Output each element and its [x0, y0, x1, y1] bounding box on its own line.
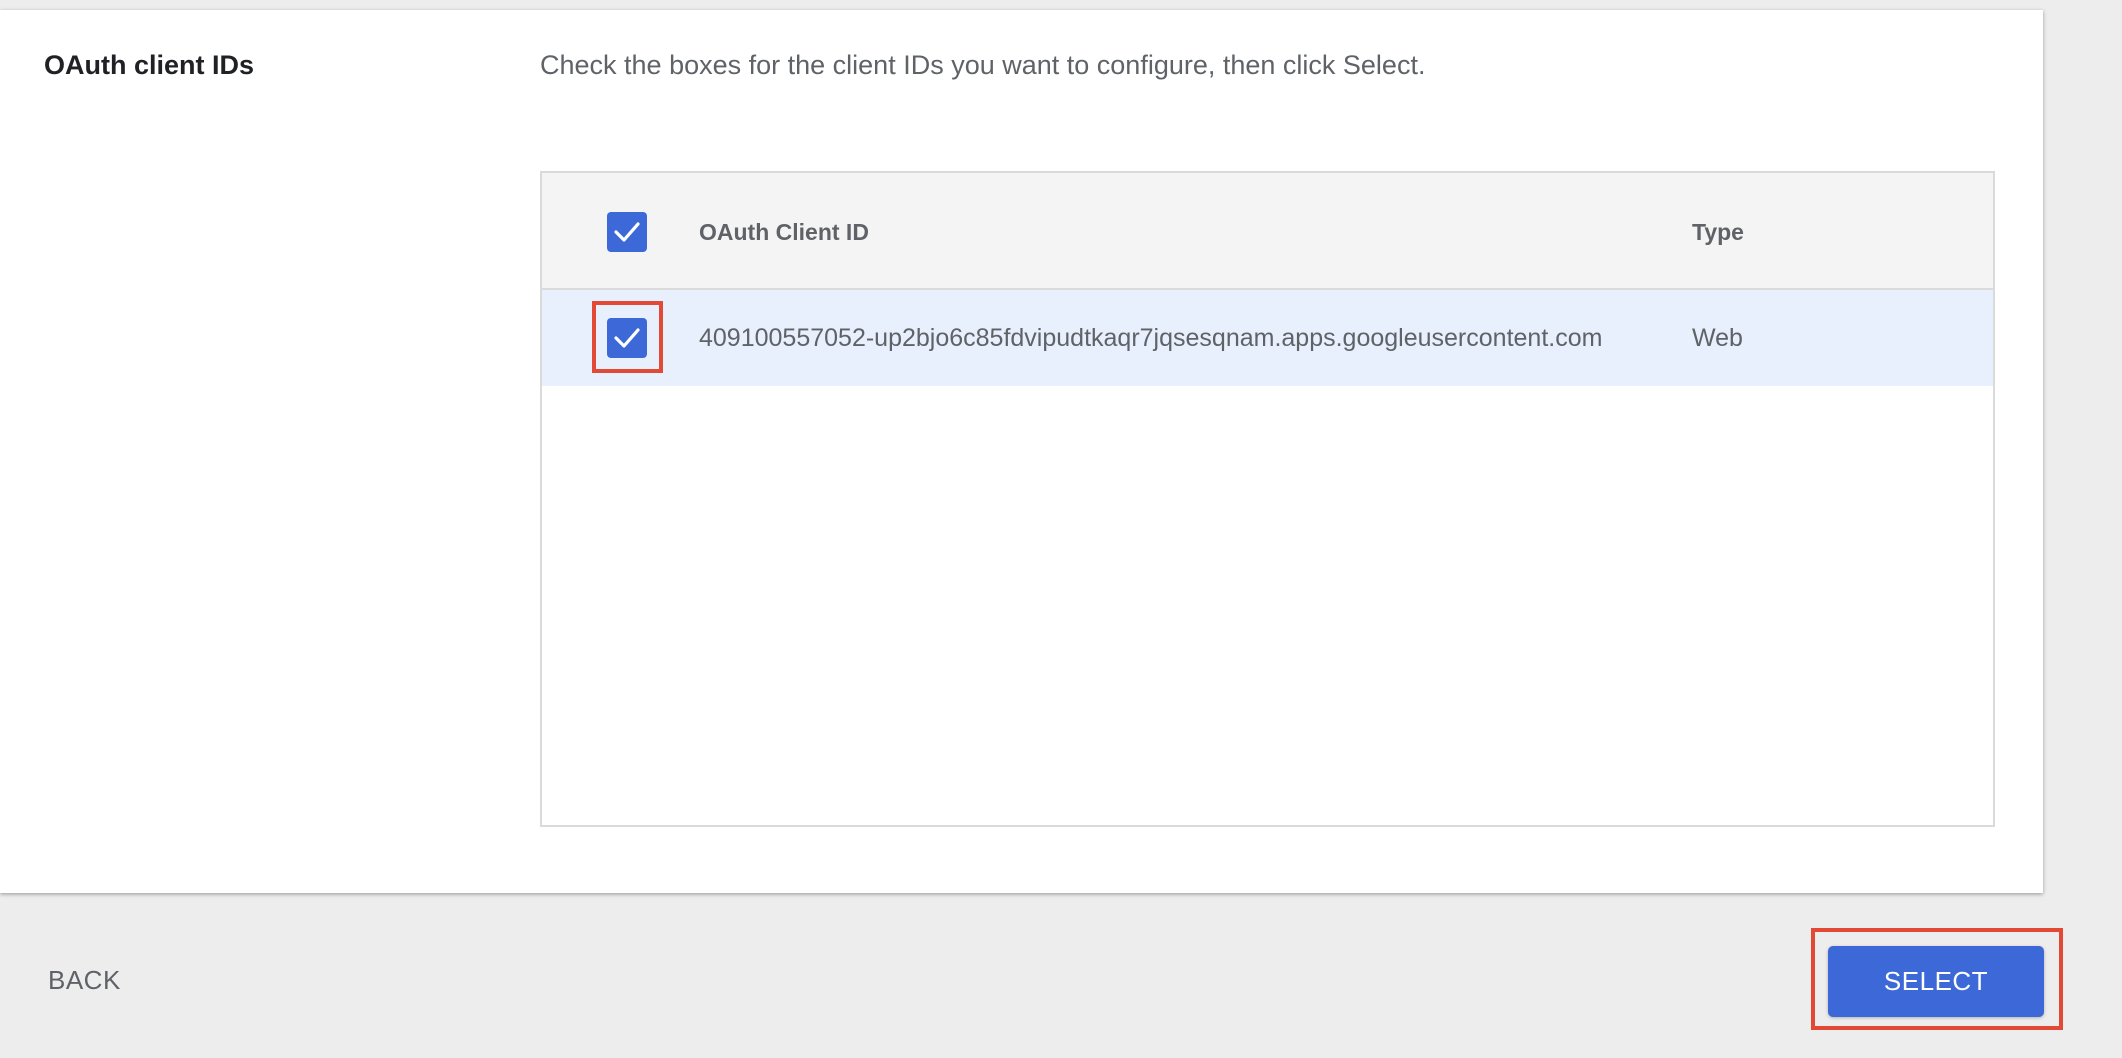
column-header-client-id[interactable]: OAuth Client ID: [699, 219, 869, 246]
row-checkbox[interactable]: [607, 318, 647, 358]
client-ids-table: OAuth Client ID Type 409100557052-up2bjo…: [540, 171, 1995, 827]
section-description: Check the boxes for the client IDs you w…: [540, 50, 1426, 80]
table-header: OAuth Client ID Type: [542, 173, 1993, 290]
select-button[interactable]: SELECT: [1828, 946, 2044, 1017]
select-all-checkbox[interactable]: [607, 212, 647, 252]
back-button[interactable]: BACK: [48, 965, 121, 996]
client-id-cell: 409100557052-up2bjo6c85fdvipudtkaqr7jqse…: [699, 324, 1603, 352]
check-icon: [614, 328, 640, 348]
client-type-cell: Web: [1692, 324, 1743, 352]
table-row[interactable]: 409100557052-up2bjo6c85fdvipudtkaqr7jqse…: [542, 290, 1993, 386]
check-icon: [614, 222, 640, 242]
column-header-type[interactable]: Type: [1692, 219, 1744, 246]
oauth-client-ids-card: OAuth client IDs Check the boxes for the…: [0, 10, 2043, 893]
section-title: OAuth client IDs: [44, 50, 255, 80]
